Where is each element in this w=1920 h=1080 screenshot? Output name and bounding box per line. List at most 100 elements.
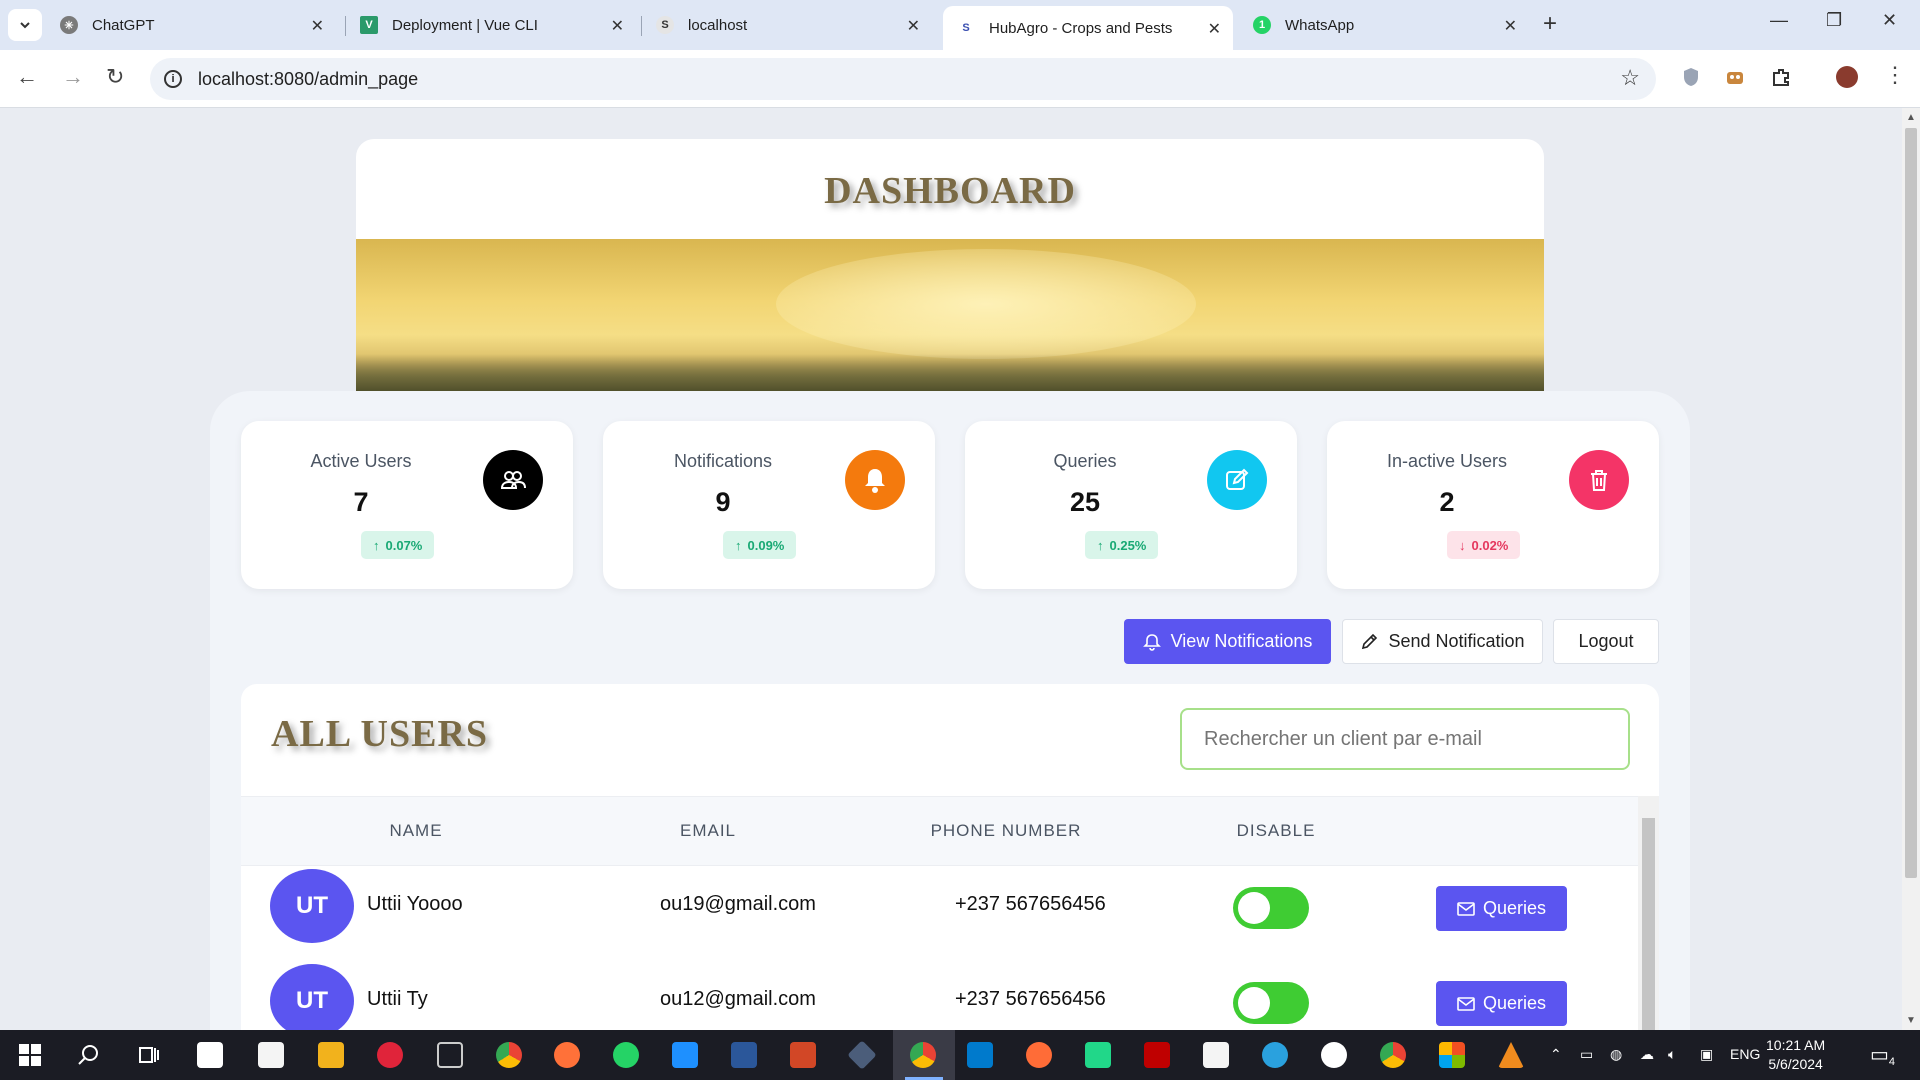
scroll-down-icon[interactable]: ▼: [1906, 1015, 1916, 1026]
windows-start-icon[interactable]: [17, 1042, 43, 1068]
notepad-icon[interactable]: [258, 1042, 284, 1068]
filezilla-icon[interactable]: [1144, 1042, 1170, 1068]
tab-title: WhatsApp: [1285, 16, 1355, 34]
search-input[interactable]: [1180, 708, 1630, 770]
mail-icon[interactable]: [672, 1042, 698, 1068]
clock-date: 5/6/2024: [1768, 1056, 1823, 1072]
user-email: ou19@gmail.com: [660, 893, 816, 915]
omnibox[interactable]: i localhost:8080/admin_page ☆: [150, 58, 1656, 100]
page-scrollbar[interactable]: ▲ ▼: [1902, 108, 1920, 1030]
chevron-up-icon[interactable]: ⌃: [1550, 1046, 1562, 1063]
new-tab-button[interactable]: +: [1543, 10, 1557, 38]
close-icon[interactable]: ✕: [907, 16, 920, 36]
view-notifications-button[interactable]: View Notifications: [1124, 619, 1331, 664]
app-icon[interactable]: [1439, 1042, 1465, 1068]
vlc-icon[interactable]: [1498, 1042, 1524, 1068]
powerpoint-icon[interactable]: [790, 1042, 816, 1068]
clock-time: 10:21 AM: [1766, 1037, 1826, 1053]
stat-label: Queries: [1053, 451, 1117, 471]
volume-icon[interactable]: 🔈︎: [1668, 1046, 1676, 1063]
scroll-up-icon[interactable]: ▲: [1906, 112, 1916, 123]
chrome-icon[interactable]: [496, 1042, 522, 1068]
mongodb-icon[interactable]: [1321, 1042, 1347, 1068]
forward-icon[interactable]: →: [62, 64, 84, 90]
menu-icon[interactable]: ⋮: [1884, 62, 1906, 88]
s-icon: S: [656, 16, 674, 34]
notification-count: 4: [1888, 1055, 1896, 1068]
arrow-up-icon: ↑: [1097, 537, 1104, 553]
user-email: ou12@gmail.com: [660, 988, 816, 1010]
notification-center-icon[interactable]: ▭4: [1870, 1042, 1895, 1068]
shield-extension-icon[interactable]: [1680, 66, 1702, 88]
vue-icon: V: [360, 16, 378, 34]
restore-icon[interactable]: ❐: [1826, 10, 1842, 31]
users-icon: [483, 450, 543, 510]
postman-icon[interactable]: [1026, 1042, 1052, 1068]
language-indicator[interactable]: ENG: [1730, 1046, 1760, 1062]
screen-recorder-icon[interactable]: [377, 1042, 403, 1068]
app-icon[interactable]: [847, 1040, 877, 1070]
close-icon[interactable]: ✕: [311, 16, 324, 36]
disable-toggle[interactable]: [1233, 887, 1309, 929]
vscode-icon[interactable]: [967, 1042, 993, 1068]
stat-card-inactive-users: In-active Users 2 ↓ 0.02%: [1327, 421, 1659, 589]
battery-icon[interactable]: ▭: [1580, 1046, 1593, 1063]
queries-button[interactable]: Queries: [1436, 886, 1567, 931]
telegram-icon[interactable]: [1262, 1042, 1288, 1068]
window-close-icon[interactable]: ✕: [1882, 10, 1897, 31]
app-icon[interactable]: [197, 1042, 223, 1068]
word-icon[interactable]: [731, 1042, 757, 1068]
close-icon[interactable]: ✕: [611, 16, 624, 36]
send-notification-button[interactable]: Send Notification: [1342, 619, 1543, 664]
whatsapp-icon[interactable]: [613, 1042, 639, 1068]
firefox-icon[interactable]: [554, 1042, 580, 1068]
trend-badge: ↑ 0.09%: [723, 531, 797, 559]
user-name: Uttii Yoooo: [367, 893, 463, 915]
clock[interactable]: 10:21 AM 5/6/2024: [1766, 1036, 1825, 1074]
taskbar: ⌃ ▭ ◍ ☁ 🔈︎ ▣ ENG 10:21 AM 5/6/2024 ▭4: [0, 1030, 1920, 1080]
arrow-up-icon: ↑: [373, 537, 380, 553]
puzzle-icon[interactable]: [1770, 66, 1792, 88]
scrollbar-thumb[interactable]: [1905, 128, 1917, 878]
pycharm-icon[interactable]: [1085, 1042, 1111, 1068]
table-scrollbar[interactable]: [1638, 796, 1659, 1044]
search-icon[interactable]: [76, 1042, 102, 1068]
app-icon[interactable]: [437, 1042, 463, 1068]
reload-icon[interactable]: ↻: [106, 64, 124, 90]
whatsapp-icon: 1: [1253, 16, 1271, 34]
file-explorer-icon[interactable]: [318, 1042, 344, 1068]
chevron-down-icon: [20, 22, 30, 29]
camera-icon[interactable]: ▣: [1700, 1046, 1713, 1063]
tab-vue-cli[interactable]: V Deployment | Vue CLI ✕: [346, 8, 636, 42]
globe-icon[interactable]: ◍: [1610, 1046, 1622, 1063]
task-view-icon[interactable]: [136, 1042, 162, 1068]
bookmark-star-icon[interactable]: ☆: [1620, 65, 1640, 91]
profile-avatar[interactable]: [1836, 66, 1858, 88]
close-icon[interactable]: ✕: [1208, 19, 1221, 39]
url-text[interactable]: localhost:8080/admin_page: [198, 69, 418, 90]
extension-icon[interactable]: [1724, 66, 1746, 88]
tab-chatgpt[interactable]: ✳ ChatGPT ✕: [46, 8, 336, 42]
stat-card-active-users: Active Users 7 ↑ 0.07%: [241, 421, 573, 589]
arrow-down-icon: ↓: [1459, 537, 1466, 553]
chrome-icon[interactable]: [1380, 1042, 1406, 1068]
chrome-icon[interactable]: [910, 1042, 936, 1068]
close-icon[interactable]: ✕: [1504, 16, 1517, 36]
tab-whatsapp[interactable]: 1 WhatsApp ✕: [1239, 8, 1529, 42]
notepad-icon[interactable]: [1203, 1042, 1229, 1068]
tab-title: ChatGPT: [92, 16, 155, 34]
cloud-icon[interactable]: ☁: [1640, 1046, 1654, 1063]
section-title: ALL USERS: [271, 713, 489, 755]
site-info-icon[interactable]: i: [164, 70, 182, 88]
queries-button[interactable]: Queries: [1436, 981, 1567, 1026]
tab-hubagro[interactable]: S HubAgro - Crops and Pests ✕: [943, 6, 1233, 50]
s-icon: S: [957, 19, 975, 37]
back-icon[interactable]: ←: [16, 64, 38, 90]
envelope-icon: [1457, 901, 1475, 916]
tab-localhost[interactable]: S localhost ✕: [642, 8, 932, 42]
tab-title: localhost: [688, 16, 748, 34]
disable-toggle[interactable]: [1233, 982, 1309, 1024]
logout-button[interactable]: Logout: [1553, 619, 1659, 664]
tab-search-button[interactable]: [8, 9, 42, 41]
minimize-icon[interactable]: —: [1770, 10, 1788, 31]
